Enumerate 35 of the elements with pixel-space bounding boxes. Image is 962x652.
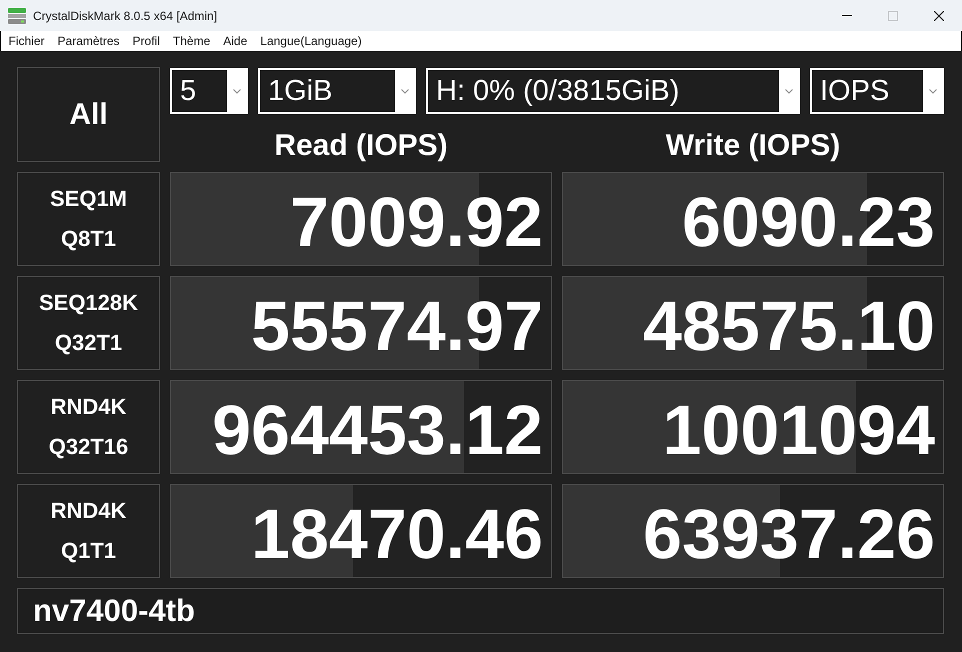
dropdown[interactable]: IOPS <box>810 68 944 114</box>
minimize-icon <box>842 15 852 16</box>
result-value: 48575.10 <box>643 291 935 361</box>
chevron-down-icon <box>928 88 936 94</box>
close-icon <box>934 10 944 20</box>
test-button[interactable]: SEQ1M Q8T1 <box>17 172 160 266</box>
chevron-down-icon <box>232 88 240 94</box>
menu-item[interactable]: Thème <box>166 31 217 51</box>
menu-item[interactable]: Fichier <box>2 31 52 51</box>
all-button[interactable]: All <box>17 67 160 162</box>
test-button[interactable]: RND4K Q32T16 <box>17 380 160 474</box>
column-header: Write (IOPS) <box>666 129 840 163</box>
menu-item[interactable]: Aide <box>216 31 254 51</box>
chevron-down-icon <box>784 88 792 94</box>
window-title: CrystalDiskMark 8.0.5 x64 [Admin] <box>33 8 218 22</box>
disk-drive-icon <box>8 8 26 24</box>
chevron-down-icon <box>400 88 408 94</box>
result-value: 7009.92 <box>290 187 543 257</box>
result-value: 964453.12 <box>212 395 543 465</box>
result-value: 63937.26 <box>643 499 935 569</box>
result-value: 6090.23 <box>682 187 935 257</box>
test-button[interactable]: RND4K Q1T1 <box>17 484 160 578</box>
maximize-icon <box>888 10 898 20</box>
result-value: 18470.46 <box>251 499 543 569</box>
dropdown[interactable]: 5 <box>170 68 248 114</box>
dropdown[interactable]: 1GiB <box>258 68 416 114</box>
menu-item[interactable]: Profil <box>126 31 166 51</box>
result-value: 1001094 <box>662 395 935 465</box>
comment-field[interactable]: nv7400-4tb <box>17 588 944 634</box>
menu-item[interactable]: Langue(Language) <box>254 31 368 51</box>
menu-item[interactable]: Paramètres <box>51 31 126 51</box>
result-value: 55574.97 <box>251 291 543 361</box>
column-header: Read (IOPS) <box>274 129 448 163</box>
test-button[interactable]: SEQ128K Q32T1 <box>17 276 160 370</box>
dropdown[interactable]: H: 0% (0/3815GiB) <box>426 68 800 114</box>
